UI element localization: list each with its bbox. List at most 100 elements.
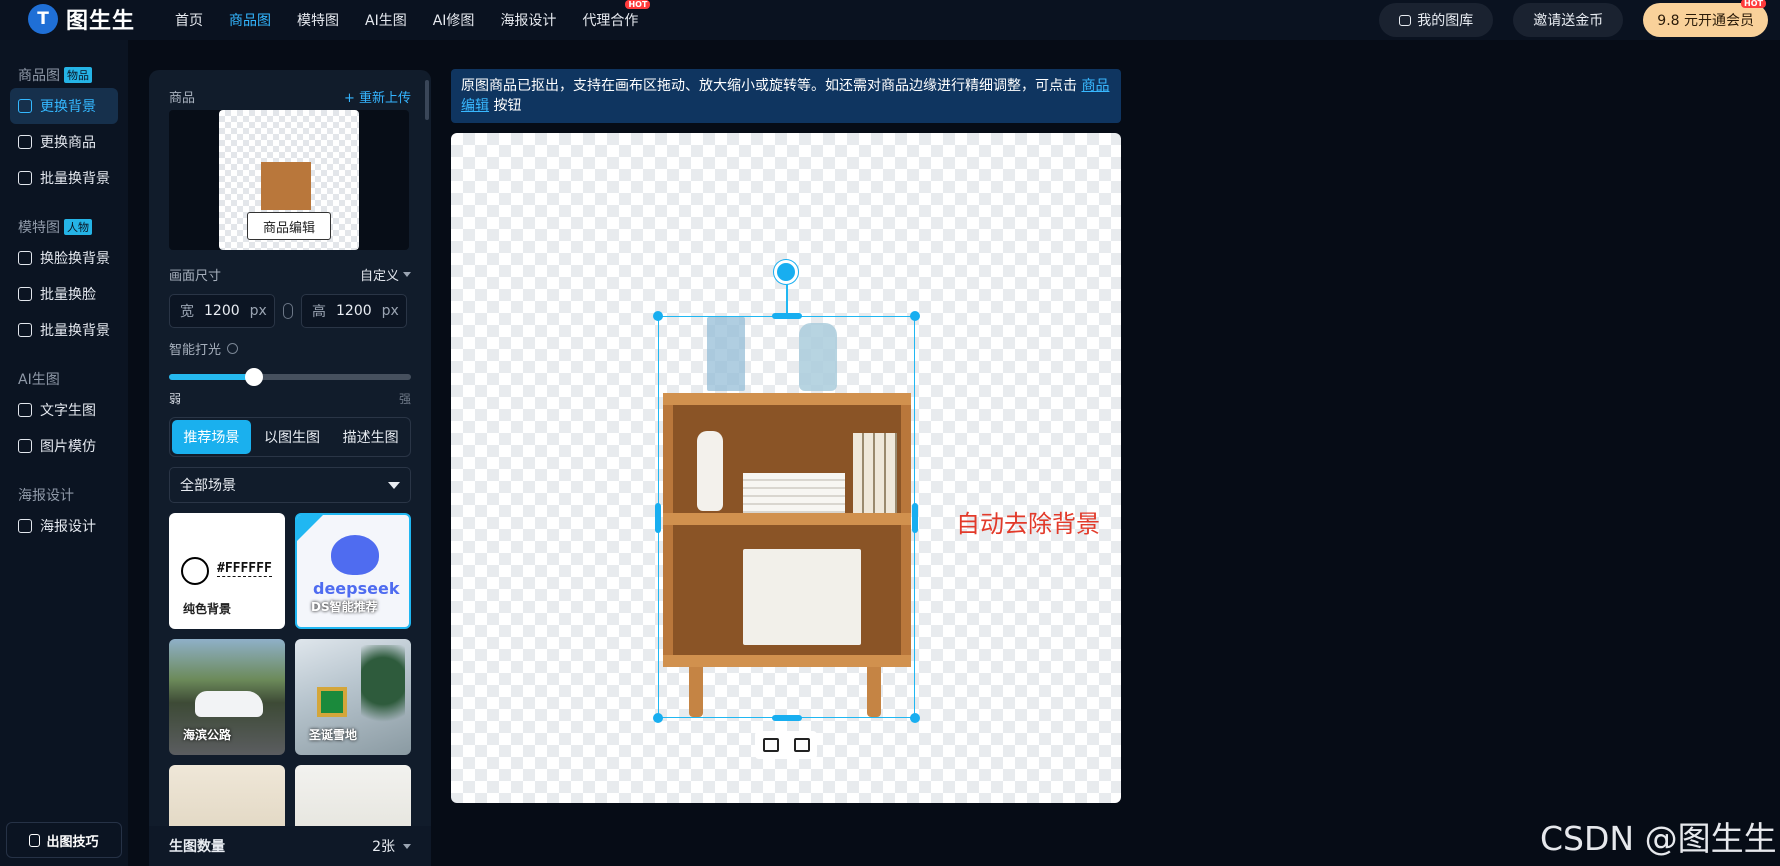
shelf-leg xyxy=(689,667,703,717)
light-slider-knob[interactable] xyxy=(244,368,263,386)
nav-poster-design[interactable]: 海报设计 xyxy=(500,10,556,30)
sidebar-item-image-imitate[interactable]: 图片模仿 xyxy=(10,428,118,464)
sidebar-item-label: 图片模仿 xyxy=(40,439,96,455)
canvas-toolbar xyxy=(755,731,817,759)
tab-image-to-image[interactable]: 以图生图 xyxy=(253,418,332,456)
count-select[interactable]: 2张 xyxy=(372,836,411,856)
shelf-board xyxy=(663,655,911,667)
auto-remove-annotation: 自动去除背景 xyxy=(956,510,1100,538)
sidebar-item-model-batch-background[interactable]: 批量换背景 xyxy=(10,312,118,348)
folder-icon xyxy=(1399,14,1412,26)
light-slider[interactable] xyxy=(169,368,411,386)
sidebar-item-label: 批量换脸 xyxy=(40,287,96,303)
chevron-down-icon xyxy=(403,271,411,277)
scene-card-ds[interactable]: deepseek DS智能推荐 xyxy=(295,513,411,629)
width-field[interactable]: 宽 1200 px xyxy=(169,294,275,328)
scene-label: 海滨公路 xyxy=(183,728,232,742)
nav-agent-partner[interactable]: 代理合作 HOT xyxy=(582,0,651,30)
width-value: 1200 xyxy=(204,303,240,319)
sidebar-item-change-product[interactable]: 更换商品 xyxy=(10,124,118,160)
shelf-thumb-image xyxy=(261,162,311,210)
fit-icon[interactable] xyxy=(793,738,810,752)
shelf-board xyxy=(663,513,911,525)
tab-describe[interactable]: 描述生图 xyxy=(331,418,410,456)
sidebar-item-change-background[interactable]: 更换背景 xyxy=(10,88,118,124)
resize-handle[interactable] xyxy=(653,311,663,321)
my-library-button[interactable]: 我的图库 xyxy=(1379,3,1494,37)
canvas[interactable] xyxy=(451,133,1121,803)
sidebar-item-face-swap[interactable]: 换脸换背景 xyxy=(10,240,118,276)
invite-button[interactable]: 邀请送金币 xyxy=(1513,3,1624,37)
crop-remove-icon[interactable] xyxy=(762,738,779,752)
nav-product-image[interactable]: 商品图 xyxy=(229,10,271,30)
sidebar-item-text-to-image[interactable]: 文字生图 xyxy=(10,392,118,428)
scene-card-xmas[interactable]: 圣诞雪地 xyxy=(295,639,411,755)
scene-select[interactable]: 全部场景 xyxy=(169,467,411,503)
resize-handle[interactable] xyxy=(772,715,802,721)
height-unit: px xyxy=(381,303,399,319)
sidebar-item-poster-design[interactable]: 海报设计 xyxy=(10,508,118,544)
scene-card-solid[interactable]: #FFFFFF 纯色背景 xyxy=(169,513,285,629)
mode-tabs: 推荐场景 以图生图 描述生图 xyxy=(169,417,411,457)
batch-image-icon xyxy=(18,171,32,185)
standing-books-image xyxy=(853,433,897,513)
deepseek-logo-icon xyxy=(331,535,379,575)
width-unit: px xyxy=(249,303,267,319)
sidebar-item-label: 更换背景 xyxy=(40,99,96,115)
sidebar-group-model: 模特图 人物 xyxy=(0,214,128,240)
height-field[interactable]: 高 1200 px xyxy=(301,294,407,328)
vip-button[interactable]: 9.8 元开通会员 HOT xyxy=(1643,0,1768,37)
logo[interactable]: T 图生生 xyxy=(28,3,135,35)
product-preview: 商品编辑 xyxy=(169,110,409,250)
product-edit-button[interactable]: 商品编辑 xyxy=(247,212,331,240)
shelf-leg xyxy=(867,667,881,717)
light-max-label: 强 xyxy=(398,392,411,406)
car-image xyxy=(195,691,263,717)
nav-model-image[interactable]: 模特图 xyxy=(297,10,339,30)
group-title: AI生图 xyxy=(18,372,60,388)
resize-handle[interactable] xyxy=(910,311,920,321)
sidebar-group-product: 商品图 物品 xyxy=(0,62,128,88)
resize-handle[interactable] xyxy=(655,503,661,533)
storage-box-image xyxy=(743,549,861,645)
reupload-link[interactable]: + 重新上传 xyxy=(344,87,411,106)
sidebar-item-batch-background[interactable]: 批量换背景 xyxy=(10,160,118,196)
nav-ai-generate[interactable]: AI生图 xyxy=(365,10,407,30)
tab-recommended[interactable]: 推荐场景 xyxy=(172,420,251,454)
resize-handle[interactable] xyxy=(910,713,920,723)
product-selection[interactable] xyxy=(653,311,920,723)
my-library-label: 我的图库 xyxy=(1417,13,1474,29)
slider-ends: 弱 强 xyxy=(149,390,431,407)
sidebar-item-label: 换脸换背景 xyxy=(40,251,110,267)
document-icon xyxy=(29,833,41,847)
glass-image xyxy=(707,317,745,391)
resize-handle[interactable] xyxy=(653,713,663,723)
rotate-handle-icon[interactable] xyxy=(774,260,798,284)
group-tag: 人物 xyxy=(64,219,92,235)
nav-ai-retouch[interactable]: AI修图 xyxy=(433,10,475,30)
vase-image xyxy=(697,431,723,511)
resize-handle[interactable] xyxy=(772,313,802,319)
count-value: 2张 xyxy=(372,839,395,855)
tips-label: 出图技巧 xyxy=(46,834,99,850)
help-icon[interactable] xyxy=(227,342,239,354)
resize-handle[interactable] xyxy=(912,503,918,533)
size-mode-select[interactable]: 自定义 xyxy=(360,265,411,284)
size-header: 画面尺寸 自定义 xyxy=(149,260,431,288)
hot-badge: HOT xyxy=(625,0,651,9)
scene-card-road[interactable]: 海滨公路 xyxy=(169,639,285,755)
group-title: 海报设计 xyxy=(18,488,74,504)
scene-label: DS智能推荐 xyxy=(311,600,378,614)
tips-button[interactable]: 出图技巧 xyxy=(6,822,122,858)
chevron-down-icon xyxy=(388,481,400,489)
panel-scrollbar[interactable] xyxy=(425,80,429,120)
link-ratio-icon[interactable] xyxy=(283,303,293,319)
nav-home[interactable]: 首页 xyxy=(175,10,203,30)
vip-label: 9.8 元开通会员 xyxy=(1657,13,1754,29)
books-image xyxy=(743,473,845,513)
main-nav: 首页 商品图 模特图 AI生图 AI修图 海报设计 代理合作 HOT xyxy=(175,0,664,40)
product-thumbnail: 商品编辑 xyxy=(219,110,359,250)
sidebar-item-batch-face[interactable]: 批量换脸 xyxy=(10,276,118,312)
sidebar-group-poster: 海报设计 xyxy=(0,482,128,508)
group-tag: 物品 xyxy=(64,67,92,83)
